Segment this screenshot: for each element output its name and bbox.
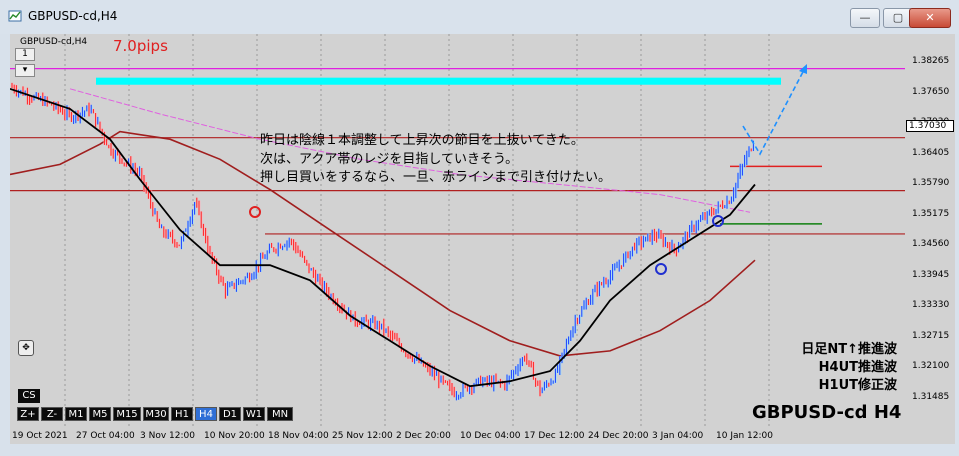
aqua-resistance-band xyxy=(96,77,781,85)
blue-circle-marker xyxy=(655,263,667,275)
wave-label-h4: H4UT推進波 xyxy=(818,360,897,375)
symbol-watermark: GBPUSD-cd H4 xyxy=(752,402,902,423)
chevron-down-icon[interactable]: ▾ xyxy=(15,64,35,77)
wave-label-daily: 日足NT↑推進波 xyxy=(801,342,897,357)
timeframe-button-m30[interactable]: M30 xyxy=(143,407,169,421)
timeframe-button-h4[interactable]: H4 xyxy=(195,407,217,421)
time-tick-label: 19 Oct 2021 xyxy=(12,431,68,441)
time-tick-label: 18 Nov 04:00 xyxy=(268,431,329,441)
price-tick-label: 1.36405 xyxy=(912,147,950,158)
timeframe-button-mn[interactable]: MN xyxy=(267,407,293,421)
timeframe-button-m1[interactable]: M1 xyxy=(65,407,87,421)
price-tick-label: 1.37650 xyxy=(912,86,950,97)
price-tick-label: 1.32100 xyxy=(912,361,950,371)
wave-label-h1: H1UT修正波 xyxy=(818,378,897,393)
timeframe-button-h1[interactable]: H1 xyxy=(171,407,193,421)
chart-plot-area[interactable] xyxy=(9,34,905,428)
timeframe-button-d1[interactable]: D1 xyxy=(219,407,241,421)
red-circle-marker xyxy=(249,206,261,218)
time-tick-label: 17 Dec 12:00 xyxy=(524,431,585,441)
annotation-line-1: 昨日は陰線１本調整して上昇次の節目を上抜いてきた。 xyxy=(260,133,584,148)
title-bar: GBPUSD-cd,H4 — ▢ ✕ xyxy=(0,0,959,34)
price-tick-label: 1.31485 xyxy=(912,391,950,402)
timeframe-button-zminus[interactable]: Z- xyxy=(41,407,63,421)
time-tick-label: 3 Jan 04:00 xyxy=(652,431,704,441)
terminal-window: GBPUSD-cd,H4 — ▢ ✕ GBPUSD-cd,H4 1 ▾ 7.0p… xyxy=(0,0,959,456)
current-price-tag: 1.37030 xyxy=(906,120,954,132)
close-button[interactable]: ✕ xyxy=(909,8,951,28)
timeframe-button-w1[interactable]: W1 xyxy=(243,407,265,421)
time-tick-label: 2 Dec 20:00 xyxy=(396,431,451,441)
time-tick-label: 3 Nov 12:00 xyxy=(140,431,195,441)
annotation-line-2: 次は、アクア帯のレジを目指していきそう。 xyxy=(260,152,519,167)
price-tick-label: 1.38265 xyxy=(912,56,950,66)
time-tick-label: 10 Dec 04:00 xyxy=(460,431,521,441)
cs-button[interactable]: CS xyxy=(18,389,40,403)
pips-label: 7.0pips xyxy=(113,37,168,55)
crosshair-tool-icon[interactable]: ✥ xyxy=(18,340,34,356)
time-tick-label: 27 Oct 04:00 xyxy=(76,431,135,441)
price-tick-label: 1.33330 xyxy=(912,300,950,310)
timeframe-button-zplus[interactable]: Z+ xyxy=(17,407,39,421)
timeframe-button-m5[interactable]: M5 xyxy=(89,407,111,421)
price-tick-label: 1.33945 xyxy=(912,269,950,280)
price-tick-label: 1.35790 xyxy=(912,178,950,188)
time-tick-label: 25 Nov 12:00 xyxy=(332,431,393,441)
timeframe-button-m15[interactable]: M15 xyxy=(113,407,141,421)
window-title: GBPUSD-cd,H4 xyxy=(28,9,118,23)
time-tick-label: 10 Nov 20:00 xyxy=(204,431,265,441)
price-tick-label: 1.35175 xyxy=(912,208,950,219)
time-tick-label: 10 Jan 12:00 xyxy=(716,431,773,441)
time-tick-label: 24 Dec 20:00 xyxy=(588,431,649,441)
price-tick-label: 1.34560 xyxy=(912,239,950,249)
chart-canvas[interactable] xyxy=(9,34,905,428)
price-tick-label: 1.32715 xyxy=(912,330,950,341)
one-click-trade-toggle[interactable]: 1 xyxy=(15,48,35,61)
minimize-button[interactable]: — xyxy=(850,8,880,28)
chart-symbol-label: GBPUSD-cd,H4 xyxy=(20,37,88,47)
chart-window-icon xyxy=(8,10,22,22)
annotation-line-3: 押し目買いをするなら、一旦、赤ラインまで引き付けたい。 xyxy=(260,170,612,185)
